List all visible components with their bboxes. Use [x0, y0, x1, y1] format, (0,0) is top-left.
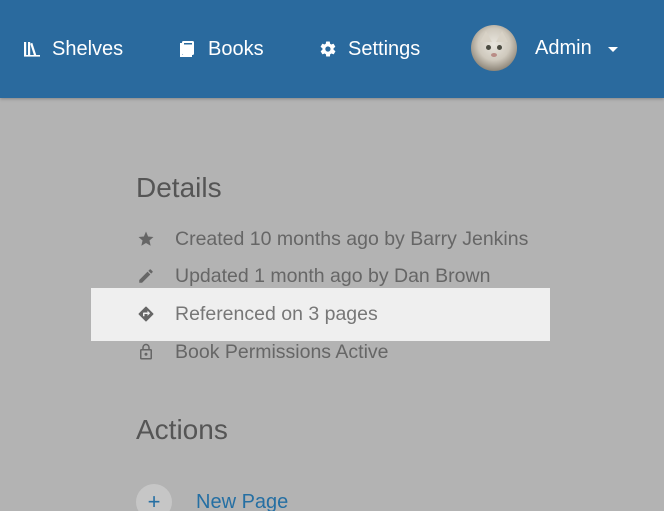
nav-shelves-label: Shelves: [52, 37, 124, 60]
reference-icon: [136, 304, 156, 324]
detail-created: Created 10 months ago by Barry Jenkins: [136, 225, 528, 253]
books-icon: [178, 39, 198, 59]
chevron-down-icon: [607, 46, 618, 52]
detail-updated-text: Updated 1 month ago by Dan Brown: [175, 264, 491, 287]
nav-books[interactable]: Books: [178, 0, 264, 98]
gear-icon: [318, 39, 338, 59]
detail-references[interactable]: Referenced on 3 pages: [136, 300, 378, 328]
user-menu[interactable]: Admin: [471, 25, 618, 71]
new-page-label: New Page: [196, 490, 289, 511]
lock-icon: [136, 342, 156, 362]
star-icon: [136, 229, 156, 249]
nav-books-label: Books: [208, 37, 264, 60]
detail-created-text: Created 10 months ago by Barry Jenkins: [175, 227, 529, 250]
actions-heading: Actions: [136, 414, 228, 445]
detail-permissions-text: Book Permissions Active: [175, 340, 389, 363]
user-name: Admin: [535, 36, 592, 59]
nav-settings-label: Settings: [348, 37, 421, 60]
new-page-button[interactable]: + New Page: [136, 484, 288, 511]
shelves-icon: [22, 39, 42, 59]
pencil-icon: [136, 266, 156, 286]
top-header: Shelves Books Settings Admin: [0, 0, 664, 98]
nav-settings[interactable]: Settings: [318, 0, 420, 98]
plus-icon: +: [136, 484, 172, 511]
detail-permissions: Book Permissions Active: [136, 338, 389, 366]
detail-references-text: Referenced on 3 pages: [175, 302, 378, 325]
details-heading: Details: [136, 172, 222, 203]
nav-shelves[interactable]: Shelves: [22, 0, 123, 98]
avatar: [471, 25, 517, 71]
detail-updated: Updated 1 month ago by Dan Brown: [136, 262, 490, 290]
